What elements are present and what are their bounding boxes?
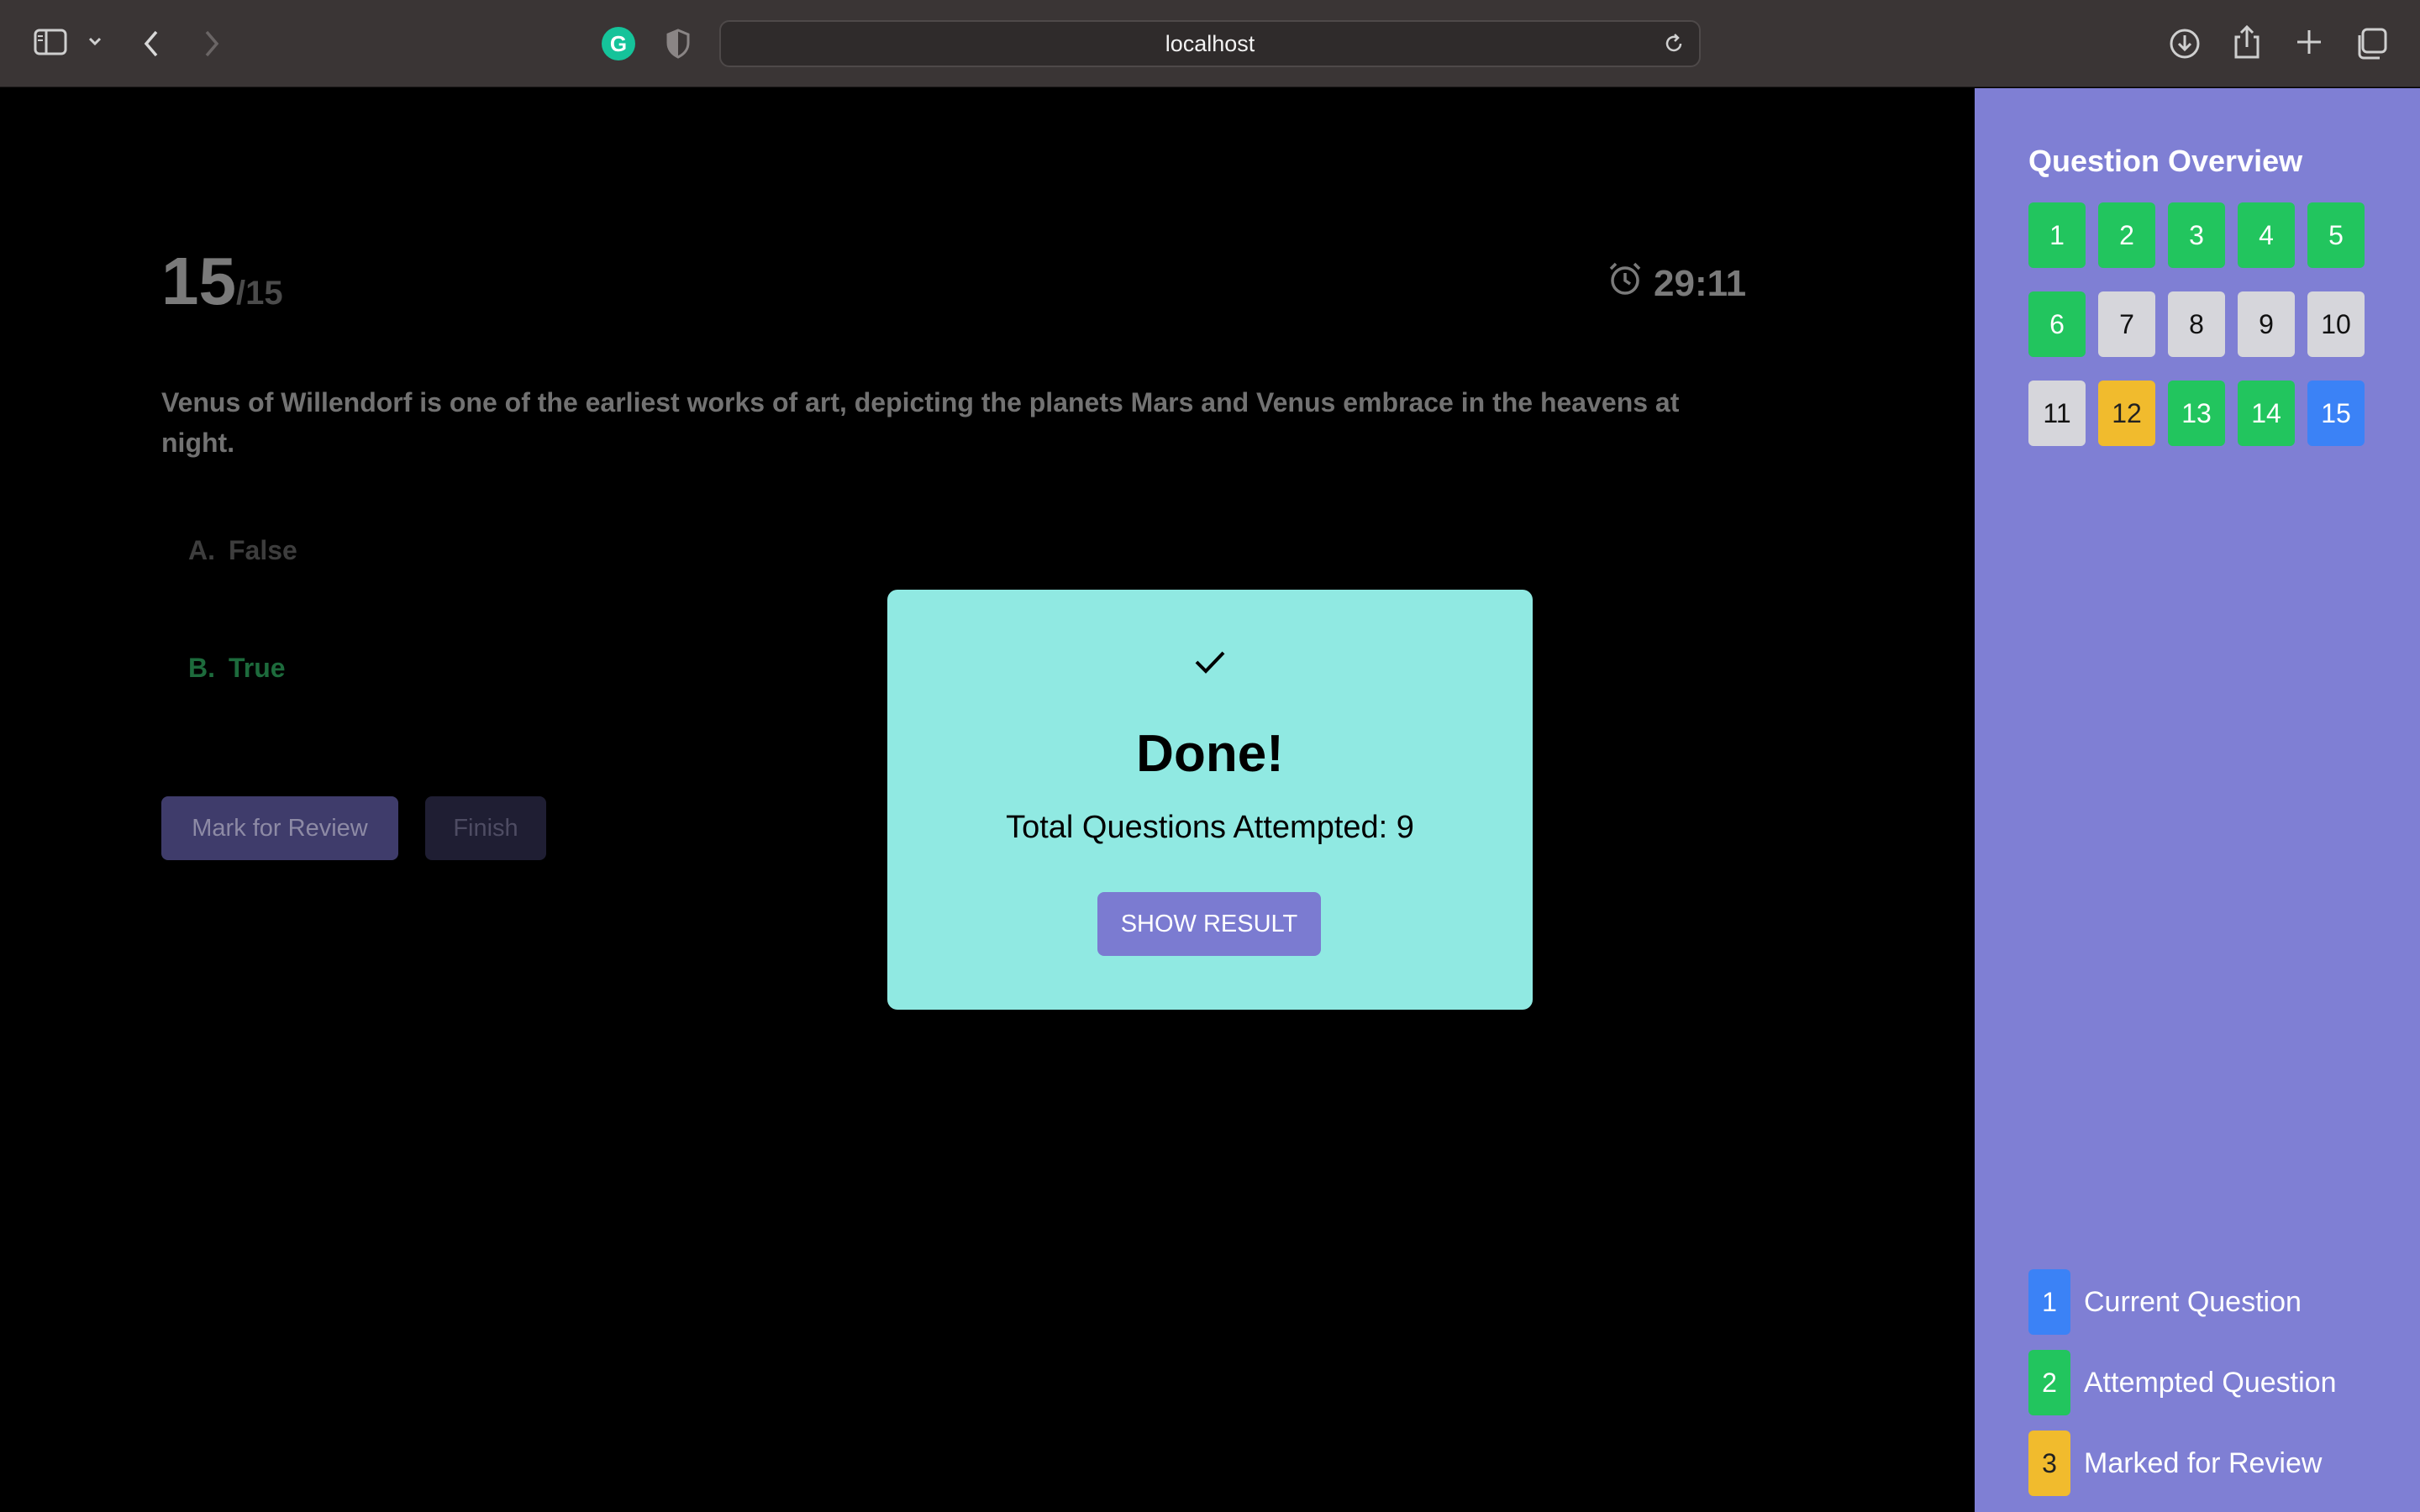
option-b-text: True xyxy=(229,653,286,683)
modal-title: Done! xyxy=(1136,725,1284,783)
timer-value: 29:11 xyxy=(1654,262,1747,304)
legend-review-swatch: 3 xyxy=(2028,1431,2070,1496)
mark-for-review-button[interactable]: Mark for Review xyxy=(161,796,398,860)
downloads-icon[interactable] xyxy=(2168,27,2202,60)
alarm-clock-icon xyxy=(1607,260,1644,307)
show-result-button[interactable]: SHOW RESULT xyxy=(1097,892,1321,956)
question-cell-10[interactable]: 10 xyxy=(2307,291,2365,357)
option-a[interactable]: A. False xyxy=(188,535,297,566)
question-cell-6[interactable]: 6 xyxy=(2028,291,2086,357)
grammarly-extension-icon[interactable]: G xyxy=(602,27,635,60)
option-b[interactable]: B. True xyxy=(188,653,286,684)
legend-current: 1 Current Question xyxy=(2028,1269,2302,1335)
question-cell-1[interactable]: 1 xyxy=(2028,202,2086,268)
option-a-text: False xyxy=(229,535,297,565)
legend-attempted: 2 Attempted Question xyxy=(2028,1350,2337,1415)
new-tab-icon[interactable] xyxy=(2294,27,2324,57)
browser-toolbar: G localhost xyxy=(0,0,2420,87)
option-a-letter: A. xyxy=(188,535,215,565)
overview-title: Question Overview xyxy=(2028,144,2303,178)
question-cell-9[interactable]: 9 xyxy=(2238,291,2295,357)
forward-icon[interactable] xyxy=(202,29,222,59)
chevron-down-icon[interactable] xyxy=(87,35,103,47)
legend-review: 3 Marked for Review xyxy=(2028,1431,2322,1496)
reload-icon[interactable] xyxy=(1662,32,1686,60)
question-text: Venus of Willendorf is one of the earlie… xyxy=(161,387,1680,458)
question-cell-2[interactable]: 2 xyxy=(2098,202,2155,268)
question-grid: 1 2 3 4 5 6 7 8 9 10 11 12 13 14 15 xyxy=(2028,202,2371,446)
legend-current-swatch: 1 xyxy=(2028,1269,2070,1335)
question-cell-4[interactable]: 4 xyxy=(2238,202,2295,268)
question-cell-12[interactable]: 12 xyxy=(2098,381,2155,446)
checkmark-icon xyxy=(1190,645,1230,683)
question-cell-14[interactable]: 14 xyxy=(2238,381,2295,446)
privacy-shield-icon[interactable] xyxy=(666,29,691,59)
question-cell-15[interactable]: 15 xyxy=(2307,381,2365,446)
legend-current-label: Current Question xyxy=(2084,1285,2302,1318)
legend-attempted-label: Attempted Question xyxy=(2084,1366,2337,1399)
finish-button[interactable]: Finish xyxy=(425,796,546,860)
back-icon[interactable] xyxy=(141,29,161,59)
url-text: localhost xyxy=(1165,30,1255,56)
question-cell-8[interactable]: 8 xyxy=(2168,291,2225,357)
question-cell-7[interactable]: 7 xyxy=(2098,291,2155,357)
address-bar[interactable]: localhost xyxy=(719,20,1701,67)
timer: 29:11 xyxy=(1607,260,1746,307)
question-overview-sidebar: Question Overview 1 2 3 4 5 6 7 8 9 10 11 12 13 14 15 … xyxy=(1975,88,2420,1512)
question-cell-13[interactable]: 13 xyxy=(2168,381,2225,446)
sidebar-toggle-icon[interactable] xyxy=(34,29,67,55)
question-cell-11[interactable]: 11 xyxy=(2028,381,2086,446)
done-modal: Done! Total Questions Attempted: 9 SHOW … xyxy=(887,590,1533,1010)
legend-review-label: Marked for Review xyxy=(2084,1446,2323,1479)
current-question-number: 15 xyxy=(161,244,236,318)
modal-subtitle: Total Questions Attempted: 9 xyxy=(1006,810,1414,845)
question-counter: 15/15 xyxy=(161,243,283,320)
question-cell-3[interactable]: 3 xyxy=(2168,202,2225,268)
share-icon[interactable] xyxy=(2232,24,2262,60)
legend-attempted-swatch: 2 xyxy=(2028,1350,2070,1415)
option-b-letter: B. xyxy=(188,653,215,683)
tab-overview-icon[interactable] xyxy=(2354,27,2388,60)
question-cell-5[interactable]: 5 xyxy=(2307,202,2365,268)
total-question-count: /15 xyxy=(235,275,283,312)
